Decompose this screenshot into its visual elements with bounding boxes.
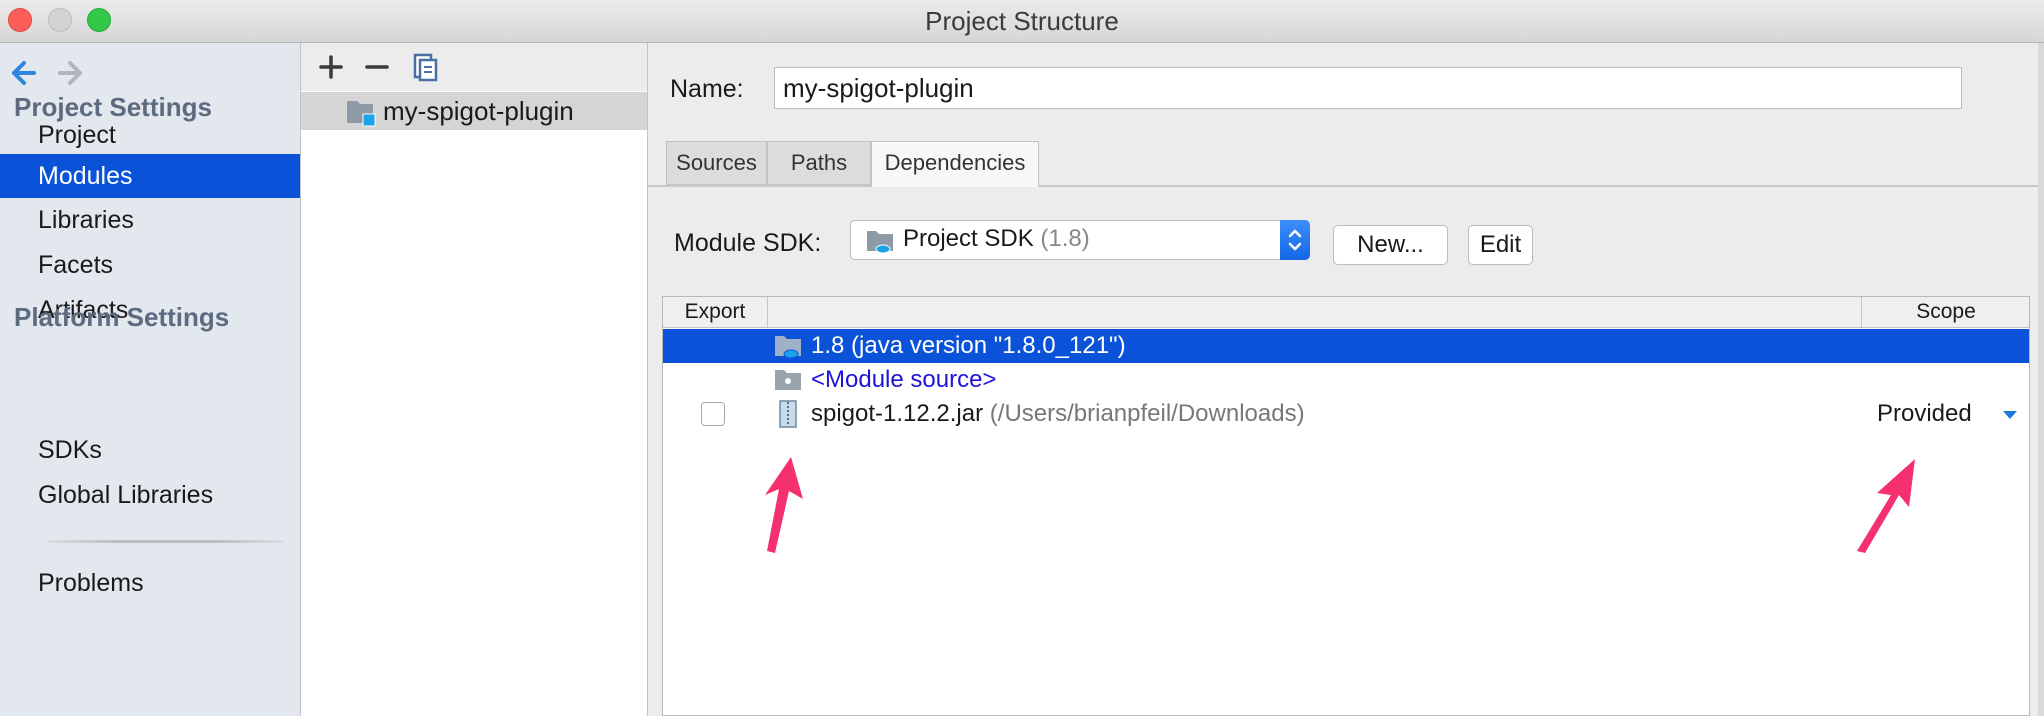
- sidebar-item-facets[interactable]: Facets: [0, 243, 300, 287]
- table-row[interactable]: spigot-1.12.2.jar (/Users/brianpfeil/Dow…: [663, 397, 2029, 431]
- module-list-panel: my-spigot-plugin: [301, 43, 648, 716]
- export-checkbox[interactable]: [701, 402, 725, 426]
- chevron-down-icon[interactable]: [2003, 411, 2017, 419]
- module-folder-icon: [347, 101, 376, 127]
- platform-settings-header: Platform Settings: [14, 302, 230, 332]
- sidebar-item-libraries[interactable]: Libraries: [0, 198, 300, 242]
- dependency-name: spigot-1.12.2.jar (/Users/brianpfeil/Dow…: [811, 400, 1305, 428]
- table-row[interactable]: 1.8 (java version "1.8.0_121"): [663, 329, 2029, 363]
- dependency-name: <Module source>: [811, 366, 997, 393]
- tab-paths[interactable]: Paths: [767, 141, 871, 185]
- column-header-export[interactable]: Export: [663, 297, 768, 327]
- module-sdk-label: Module SDK:: [674, 229, 822, 257]
- dependencies-table: Export Scope 1.8 (java version "1.8.0_12…: [662, 296, 2030, 716]
- title-bar: Project Structure: [0, 0, 2044, 43]
- table-row[interactable]: <Module source>: [663, 363, 2029, 397]
- chevron-up-down-icon: [1288, 229, 1302, 251]
- tab-dependencies[interactable]: Dependencies: [871, 141, 1039, 187]
- forward-arrow-icon[interactable]: [56, 57, 88, 89]
- annotation-arrow-icon: [1857, 459, 1915, 553]
- minus-icon[interactable]: [359, 49, 395, 85]
- copy-icon[interactable]: [407, 49, 443, 85]
- folder-icon: [775, 370, 801, 390]
- module-name: my-spigot-plugin: [383, 96, 574, 126]
- sidebar-item-global-libraries[interactable]: Global Libraries: [0, 473, 300, 517]
- sdk-name: Project SDK: [903, 225, 1034, 252]
- sidebar-item-sdks[interactable]: SDKs: [0, 428, 300, 472]
- jar-path: (/Users/brianpfeil/Downloads): [989, 400, 1305, 427]
- tab-separator: [648, 185, 2044, 187]
- scrollbar-track[interactable]: [2038, 43, 2044, 716]
- plus-icon[interactable]: [313, 49, 349, 85]
- module-toolbar: [301, 43, 647, 91]
- scope-value[interactable]: Provided: [1877, 400, 1972, 428]
- settings-sidebar: Project Settings Project Modules Librari…: [0, 43, 301, 716]
- module-settings-panel: Name: Sources Paths Dependencies Module …: [648, 43, 2044, 716]
- window-title: Project Structure: [925, 6, 1119, 36]
- table-header: Export Scope: [663, 297, 2029, 328]
- dependency-name: 1.8 (java version "1.8.0_121"): [811, 332, 1126, 359]
- back-arrow-icon[interactable]: [6, 57, 38, 89]
- dropdown-stepper[interactable]: [1280, 220, 1310, 260]
- tab-sources[interactable]: Sources: [666, 141, 767, 185]
- sidebar-item-problems[interactable]: Problems: [0, 561, 300, 605]
- jdk-folder-icon: [775, 336, 801, 359]
- module-sdk-value: Project SDK (1.8): [903, 225, 1090, 253]
- edit-sdk-button[interactable]: Edit: [1468, 225, 1533, 265]
- new-sdk-button[interactable]: New...: [1333, 225, 1448, 265]
- sidebar-item-modules[interactable]: Modules: [0, 154, 300, 198]
- sidebar-divider: [48, 540, 284, 543]
- module-name-input[interactable]: [774, 67, 1962, 109]
- module-list-item[interactable]: my-spigot-plugin: [301, 92, 647, 130]
- sidebar-item-project[interactable]: Project: [0, 113, 300, 157]
- name-label: Name:: [670, 75, 744, 103]
- jar-name: spigot-1.12.2.jar: [811, 400, 984, 427]
- sdk-version: (1.8): [1040, 225, 1090, 252]
- jar-icon: [779, 400, 797, 428]
- annotation-arrow-icon: [765, 457, 803, 553]
- jdk-folder-icon: [867, 231, 893, 254]
- column-header-scope[interactable]: Scope: [1861, 297, 2029, 327]
- module-sdk-dropdown[interactable]: Project SDK (1.8): [850, 220, 1310, 260]
